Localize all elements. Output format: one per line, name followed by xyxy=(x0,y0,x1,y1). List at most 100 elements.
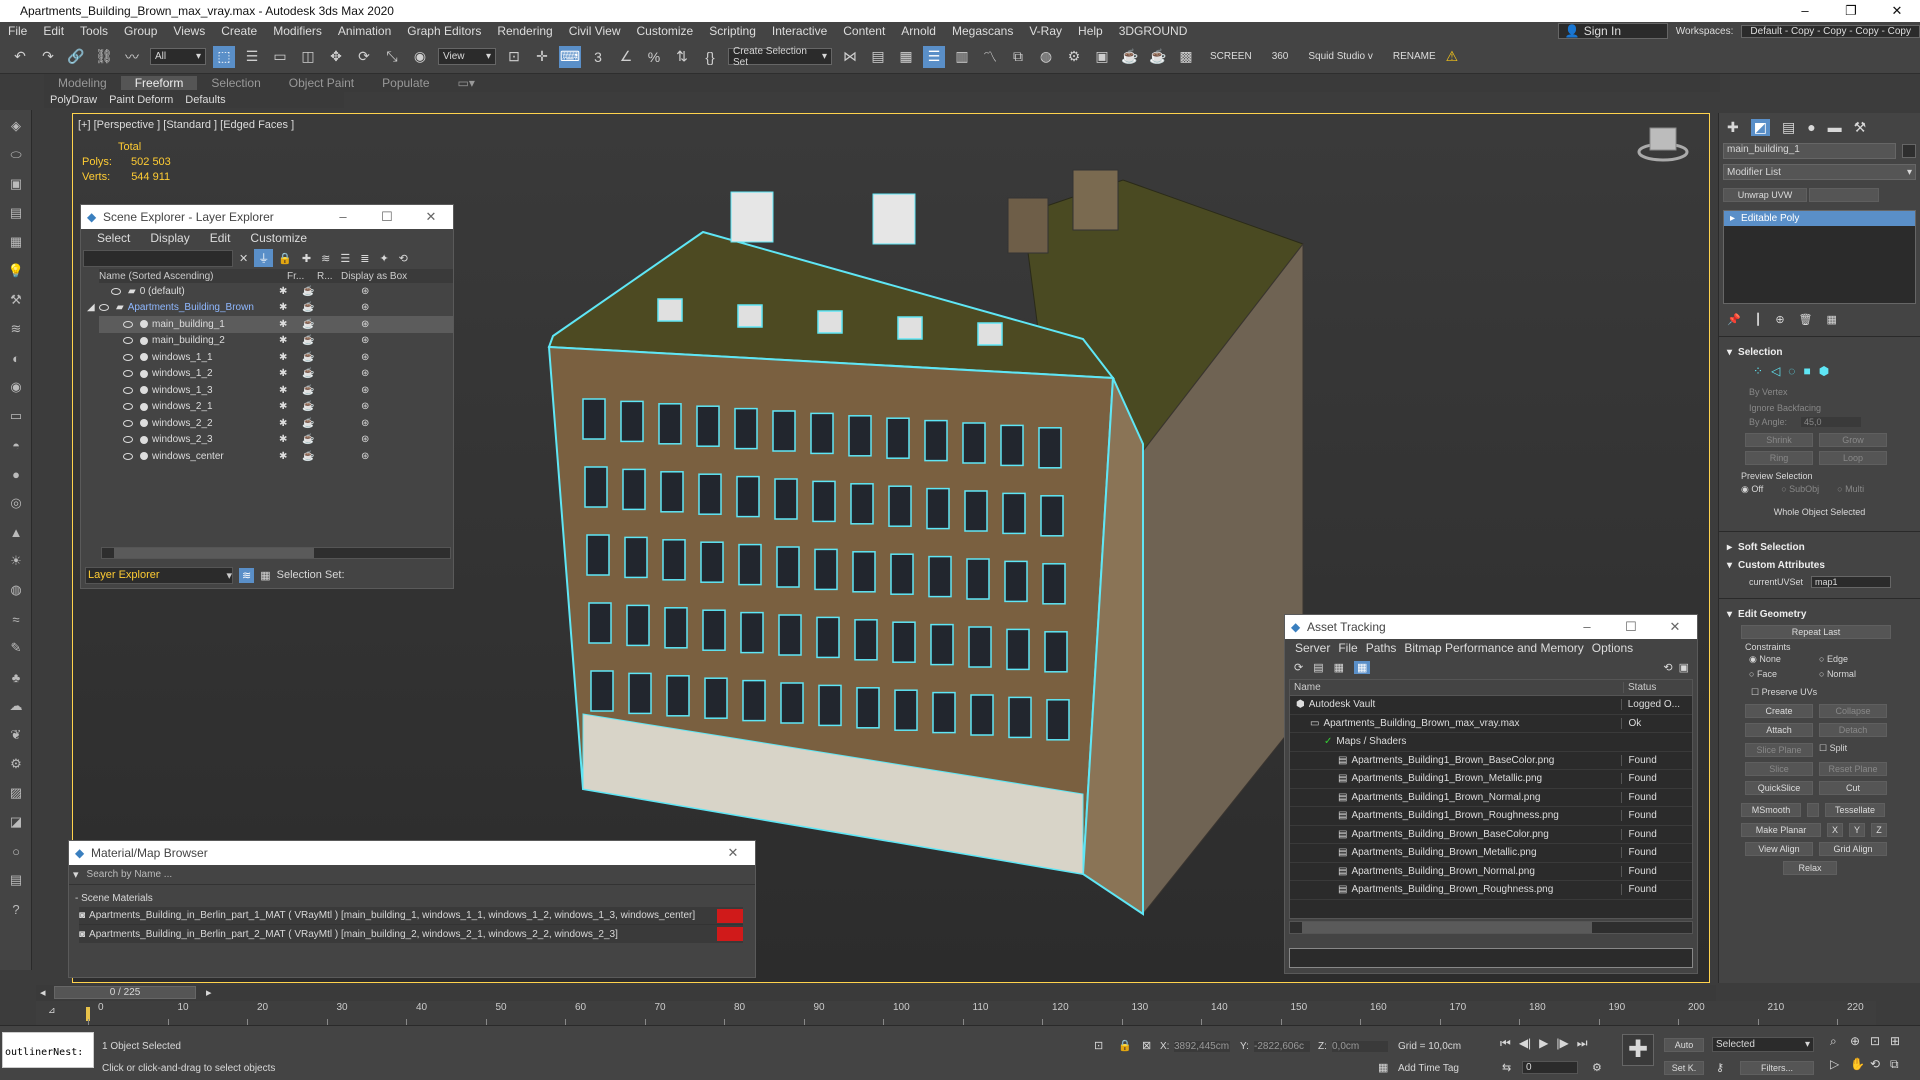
placement-icon[interactable]: ◉ xyxy=(409,46,431,68)
col-display-box[interactable]: Display as Box xyxy=(341,271,407,282)
minimize-button[interactable]: – xyxy=(1782,3,1828,19)
mb-material-item[interactable]: ◙ Apartments_Building_in_Berlin_part_2_M… xyxy=(79,925,743,943)
msmooth-button[interactable]: MSmooth xyxy=(1741,803,1801,817)
freeze-icon[interactable]: ✱ xyxy=(279,401,287,412)
constraint-edge-radio[interactable]: ○ Edge xyxy=(1819,654,1848,665)
se-row[interactable]: main_building_2 ✱ ☕ ⊛ xyxy=(99,333,453,350)
360-button[interactable]: 360 xyxy=(1272,51,1289,62)
go-to-end-icon[interactable]: ⏭ xyxy=(1577,1036,1588,1051)
zoom-extents-all-icon[interactable]: ⊞ xyxy=(1890,1034,1910,1049)
script-icon[interactable]: ▤ xyxy=(5,870,27,890)
select-icon[interactable]: ◈ xyxy=(5,116,27,136)
col-freeze[interactable]: Fr... xyxy=(287,271,317,282)
selection-rollout-header[interactable]: ▾ Selection xyxy=(1719,343,1920,361)
menu-content[interactable]: Content xyxy=(835,24,893,38)
visibility-icon[interactable] xyxy=(123,353,133,361)
tab-freeform[interactable]: Freeform xyxy=(120,76,198,90)
scale-icon[interactable]: ⤡ xyxy=(381,46,403,68)
se-row[interactable]: windows_1_3 ✱ ☕ ⊛ xyxy=(99,382,453,399)
time-slider[interactable]: 0 / 225 xyxy=(54,986,196,999)
mb-material-item[interactable]: ◙ Apartments_Building_in_Berlin_part_1_M… xyxy=(79,907,743,925)
absolute-mode-icon[interactable]: ⊠ xyxy=(1142,1039,1151,1052)
loop-button[interactable]: Loop xyxy=(1819,451,1887,465)
display-tab-icon[interactable]: ▬ xyxy=(1828,119,1842,135)
scene-explorer-titlebar[interactable]: ◆ Scene Explorer - Layer Explorer – ☐ ✕ xyxy=(81,205,453,229)
freeze-icon[interactable]: ✱ xyxy=(279,451,287,462)
link-icon[interactable]: 🔗 xyxy=(65,46,87,68)
display-box-icon[interactable]: ⊛ xyxy=(361,286,369,297)
isolate-icon[interactable]: ⊡ xyxy=(1094,1039,1103,1052)
toggle-layer-explorer-icon[interactable]: ☰ xyxy=(923,45,945,68)
display-box-icon[interactable]: ⊛ xyxy=(361,418,369,429)
visibility-icon[interactable] xyxy=(123,337,133,345)
globe-icon[interactable]: ◍ xyxy=(5,580,27,600)
tree-icon[interactable]: ♣ xyxy=(5,667,27,687)
at-col-status[interactable]: Status xyxy=(1624,682,1656,693)
border-mode-icon[interactable]: ◌ xyxy=(1788,364,1795,378)
se-minimize-button[interactable]: – xyxy=(321,209,365,225)
at-row[interactable]: ▤ Apartments_Building_Brown_Metallic.png F… xyxy=(1290,844,1692,863)
workspace-dropdown[interactable]: Default - Copy - Copy - Copy - Copy xyxy=(1741,24,1920,38)
rect-selection-icon[interactable]: ▭ xyxy=(269,46,291,68)
sync-icon[interactable]: ⟲ xyxy=(399,252,408,265)
circle-icon[interactable]: ○ xyxy=(5,841,27,861)
key-filter-dropdown[interactable]: Selected ▾ xyxy=(1712,1037,1814,1052)
map-icon[interactable]: ◪ xyxy=(5,812,27,832)
render-icon[interactable]: ☕ xyxy=(302,401,314,412)
image-icon[interactable]: ▨ xyxy=(5,783,27,803)
menu-vray[interactable]: V-Ray xyxy=(1021,24,1070,38)
se-row[interactable]: ◢ ▰ Apartments_Building_Brown ✱ ☕ ⊛ xyxy=(87,300,453,317)
toggle-scene-explorer-icon[interactable]: ▦ xyxy=(895,46,917,68)
motion-tab-icon[interactable]: ● xyxy=(1807,119,1815,135)
tab-populate[interactable]: Populate xyxy=(368,76,443,90)
soft-selection-rollout[interactable]: ▸ Soft Selection xyxy=(1719,538,1920,556)
render-icon[interactable]: ☕ xyxy=(302,434,314,445)
set-key-button[interactable]: Set K. xyxy=(1664,1061,1704,1075)
create-tab-icon[interactable]: ✚ xyxy=(1727,119,1739,136)
screen-button[interactable]: SCREEN xyxy=(1210,51,1252,62)
render-icon[interactable]: ☕ xyxy=(302,302,314,313)
at-tree-icon[interactable]: ▦ xyxy=(1334,661,1344,674)
document-icon[interactable]: ▤ xyxy=(5,203,27,223)
explorer-type-dropdown[interactable]: Layer Explorer ▾ xyxy=(85,566,233,584)
zoom-extents-icon[interactable]: ⊡ xyxy=(1870,1034,1890,1049)
viewport-label[interactable]: [+] [Perspective ] [Standard ] [Edged Fa… xyxy=(78,119,294,131)
shapes-icon[interactable]: ▣ xyxy=(5,174,27,194)
render-icon[interactable]: ☕ xyxy=(302,335,314,346)
asset-tracking-titlebar[interactable]: ◆ Asset Tracking – ☐ ✕ xyxy=(1285,615,1697,639)
detach-button[interactable]: Detach xyxy=(1819,723,1887,737)
sphere-icon[interactable]: ● xyxy=(5,464,27,484)
cone-icon[interactable]: ▲ xyxy=(5,522,27,542)
attach-button[interactable]: Attach xyxy=(1745,723,1813,737)
systems-icon[interactable]: ◐ xyxy=(5,348,27,368)
time-config-icon[interactable]: ⚙ xyxy=(1592,1061,1602,1074)
rotate-icon[interactable]: ⟳ xyxy=(353,46,375,68)
menu-civil-view[interactable]: Civil View xyxy=(561,24,629,38)
se-row[interactable]: main_building_1 ✱ ☕ ⊛ xyxy=(99,316,453,333)
rendered-frame-icon[interactable]: ▣ xyxy=(1091,46,1113,68)
sun-icon[interactable]: ☀ xyxy=(5,551,27,571)
at-row[interactable]: ▤ Apartments_Building1_Brown_Normal.png Fo… xyxy=(1290,789,1692,807)
edge-mode-icon[interactable]: ◁ xyxy=(1771,364,1780,378)
set-key-big-button[interactable]: ✚ xyxy=(1622,1034,1654,1066)
col-render[interactable]: R... xyxy=(317,271,341,282)
filters-button[interactable]: Filters... xyxy=(1740,1061,1814,1075)
remove-modifier-icon[interactable]: 🗑 xyxy=(1799,313,1813,326)
at-close-button[interactable]: ✕ xyxy=(1653,619,1697,635)
display-box-icon[interactable]: ⊛ xyxy=(361,352,369,363)
visibility-icon[interactable] xyxy=(123,403,133,411)
box-icon[interactable]: ▭ xyxy=(5,406,27,426)
ribbon-options-icon[interactable]: ▭▾ xyxy=(444,76,489,90)
selection-lock-icon[interactable]: 🔒 xyxy=(1118,1039,1132,1052)
relax-button[interactable]: Relax xyxy=(1783,861,1837,875)
at-row[interactable]: ▤ Apartments_Building_Brown_BaseColor.png… xyxy=(1290,826,1692,844)
current-frame-input[interactable]: 0 xyxy=(1522,1061,1578,1074)
freeze-icon[interactable]: ✱ xyxy=(279,302,287,313)
se-row[interactable]: ▰ 0 (default) ✱ ☕ ⊛ xyxy=(99,283,453,300)
current-uvset-input[interactable]: map1 xyxy=(1811,576,1892,588)
freeze-icon[interactable]: ✱ xyxy=(279,368,287,379)
fov-icon[interactable]: ▷ xyxy=(1830,1057,1850,1072)
at-menu-file[interactable]: File xyxy=(1334,641,1361,655)
render-setup-icon[interactable]: ⚙ xyxy=(1063,46,1085,68)
at-minimize-button[interactable]: – xyxy=(1565,619,1609,635)
